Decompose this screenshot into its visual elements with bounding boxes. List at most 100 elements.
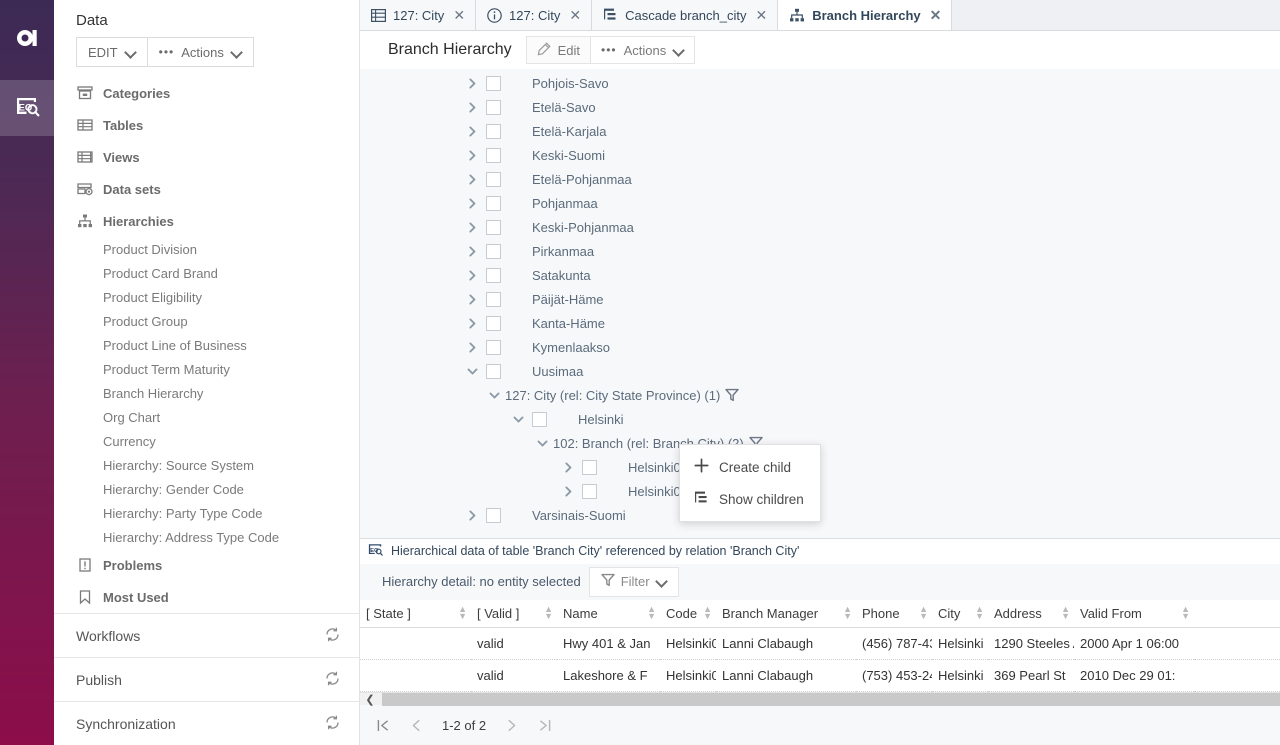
- chevron-right-icon[interactable]: [464, 195, 480, 211]
- sort-icon[interactable]: ▲ ▼: [975, 605, 984, 621]
- ataccama-logo-icon[interactable]: [0, 0, 54, 80]
- tree-row-checkbox[interactable]: [486, 147, 501, 163]
- rail-item-data-explorer[interactable]: EQ: [0, 80, 54, 136]
- sort-icon[interactable]: ▲ ▼: [843, 605, 852, 621]
- sort-icon[interactable]: ▲ ▼: [458, 605, 467, 621]
- close-icon[interactable]: ✕: [756, 8, 768, 22]
- menu-item-show-children[interactable]: Show children: [680, 483, 820, 515]
- chevron-right-icon[interactable]: [464, 507, 480, 523]
- chevron-right-icon[interactable]: [464, 219, 480, 235]
- table-row[interactable]: valid Lakeshore & F Helsinki010 Lanni Cl…: [360, 659, 1280, 692]
- tree-row[interactable]: Satakunta: [360, 263, 1280, 287]
- filter-button[interactable]: Filter: [588, 566, 679, 597]
- hierarchy-item-currency[interactable]: Currency: [54, 429, 359, 453]
- tree-row[interactable]: Etelä-Karjala: [360, 119, 1280, 143]
- tree-row-checkbox[interactable]: [486, 123, 501, 139]
- tab-city-table[interactable]: 127: City ✕: [360, 0, 477, 30]
- chevron-right-icon[interactable]: [464, 171, 480, 187]
- tree-row-checkbox[interactable]: [582, 483, 597, 499]
- sidebar-item-problems[interactable]: Problems: [54, 549, 359, 581]
- chevron-right-icon[interactable]: [464, 339, 480, 355]
- chevron-right-icon[interactable]: [464, 315, 480, 331]
- tree-row[interactable]: Keski-Suomi: [360, 143, 1280, 167]
- sort-icon[interactable]: ▲ ▼: [919, 605, 928, 621]
- tree-row-checkbox[interactable]: [486, 75, 501, 91]
- column-header-name[interactable]: Name ▲ ▼: [557, 599, 660, 628]
- sync-icon[interactable]: [324, 670, 341, 690]
- hierarchy-item-product-term-maturity[interactable]: Product Term Maturity: [54, 357, 359, 381]
- tree-row[interactable]: Etelä-Savo: [360, 95, 1280, 119]
- chevron-right-icon[interactable]: [560, 459, 576, 475]
- tab-branch-hierarchy[interactable]: Branch Hierarchy ✕: [778, 0, 953, 30]
- hierarchy-item-product-card-brand[interactable]: Product Card Brand: [54, 261, 359, 285]
- edit-dropdown-button[interactable]: EDIT: [76, 37, 148, 67]
- sort-icon[interactable]: ▲ ▼: [1181, 605, 1190, 621]
- column-header-valid-from[interactable]: Valid From ▲ ▼: [1074, 599, 1194, 628]
- tree-row-checkbox[interactable]: [486, 243, 501, 259]
- tab-cascade-branch-city[interactable]: Cascade branch_city ✕: [592, 0, 779, 30]
- sort-icon[interactable]: ▲ ▼: [647, 605, 656, 621]
- edit-button[interactable]: Edit: [525, 36, 592, 64]
- tree-row[interactable]: Päijät-Häme: [360, 287, 1280, 311]
- chevron-down-icon[interactable]: [486, 387, 502, 403]
- chevron-right-icon[interactable]: [464, 123, 480, 139]
- column-header-valid[interactable]: [ Valid ] ▲ ▼: [471, 599, 557, 628]
- sidebar-item-most-used[interactable]: Most Used: [54, 581, 359, 613]
- column-header-address[interactable]: Address ▲ ▼: [988, 599, 1074, 628]
- sort-icon[interactable]: ▲ ▼: [544, 605, 553, 621]
- hierarchy-item-product-line-of-business[interactable]: Product Line of Business: [54, 333, 359, 357]
- tree-relation-row-city[interactable]: 127: City (rel: City State Province) (1): [360, 383, 1280, 407]
- prev-page-icon[interactable]: [409, 718, 424, 733]
- tree-row[interactable]: Pirkanmaa: [360, 239, 1280, 263]
- chevron-down-icon[interactable]: [464, 363, 480, 379]
- sidebar-item-tables[interactable]: Tables: [54, 109, 359, 141]
- scroll-left-icon[interactable]: ❮: [360, 693, 380, 706]
- chevron-right-icon[interactable]: [464, 147, 480, 163]
- close-icon[interactable]: ✕: [453, 8, 465, 22]
- hierarchy-item-address-type-code[interactable]: Hierarchy: Address Type Code: [54, 525, 359, 549]
- tree-row-checkbox[interactable]: [486, 291, 501, 307]
- filter-icon[interactable]: [725, 388, 739, 402]
- sidebar-section-publish[interactable]: Publish: [54, 657, 359, 701]
- sort-icon[interactable]: ▲ ▼: [1061, 605, 1070, 621]
- hierarchy-item-org-chart[interactable]: Org Chart: [54, 405, 359, 429]
- tree-row-checkbox[interactable]: [486, 267, 501, 283]
- column-header-state[interactable]: [ State ] ▲ ▼: [360, 599, 471, 628]
- tree-row-checkbox[interactable]: [486, 363, 501, 379]
- sidebar-item-views[interactable]: Views: [54, 141, 359, 173]
- tree-row[interactable]: Etelä-Pohjanmaa: [360, 167, 1280, 191]
- tree-row-checkbox[interactable]: [486, 339, 501, 355]
- tree-row-checkbox[interactable]: [532, 411, 547, 427]
- chevron-right-icon[interactable]: [464, 267, 480, 283]
- actions-dropdown-button[interactable]: ••• Actions: [147, 37, 254, 67]
- chevron-right-icon[interactable]: [464, 291, 480, 307]
- chevron-right-icon[interactable]: [464, 243, 480, 259]
- sidebar-item-hierarchies[interactable]: Hierarchies: [54, 205, 359, 237]
- tree-row-uusimaa[interactable]: Uusimaa: [360, 359, 1280, 383]
- column-header-city[interactable]: City ▲ ▼: [932, 599, 988, 628]
- sidebar-item-categories[interactable]: Categories: [54, 77, 359, 109]
- sidebar-section-workflows[interactable]: Workflows: [54, 613, 359, 657]
- chevron-right-icon[interactable]: [464, 75, 480, 91]
- tree-row[interactable]: Kymenlaakso: [360, 335, 1280, 359]
- hierarchy-item-product-group[interactable]: Product Group: [54, 309, 359, 333]
- tree-row-checkbox[interactable]: [486, 219, 501, 235]
- scrollbar-thumb[interactable]: [382, 693, 1280, 706]
- tab-city-info[interactable]: 127: City ✕: [476, 0, 593, 30]
- tree-row[interactable]: Keski-Pohjanmaa: [360, 215, 1280, 239]
- tree-row[interactable]: Pohjois-Savo: [360, 71, 1280, 95]
- tree-row[interactable]: Pohjanmaa: [360, 191, 1280, 215]
- sync-icon[interactable]: [324, 626, 341, 646]
- tree-row[interactable]: Kanta-Häme: [360, 311, 1280, 335]
- tree-row-checkbox[interactable]: [486, 195, 501, 211]
- next-page-icon[interactable]: [504, 718, 519, 733]
- sidebar-item-data-sets[interactable]: Data sets: [54, 173, 359, 205]
- tree-row-checkbox[interactable]: [486, 171, 501, 187]
- tree-row-checkbox[interactable]: [486, 507, 501, 523]
- menu-item-create-child[interactable]: Create child: [680, 451, 820, 483]
- hierarchy-item-gender-code[interactable]: Hierarchy: Gender Code: [54, 477, 359, 501]
- column-header-code[interactable]: Code ▲ ▼: [660, 599, 716, 628]
- chevron-right-icon[interactable]: [560, 483, 576, 499]
- actions-button[interactable]: ••• Actions: [591, 36, 696, 64]
- table-row[interactable]: valid Hwy 401 & Jan Helsinki020 Lanni Cl…: [360, 627, 1280, 660]
